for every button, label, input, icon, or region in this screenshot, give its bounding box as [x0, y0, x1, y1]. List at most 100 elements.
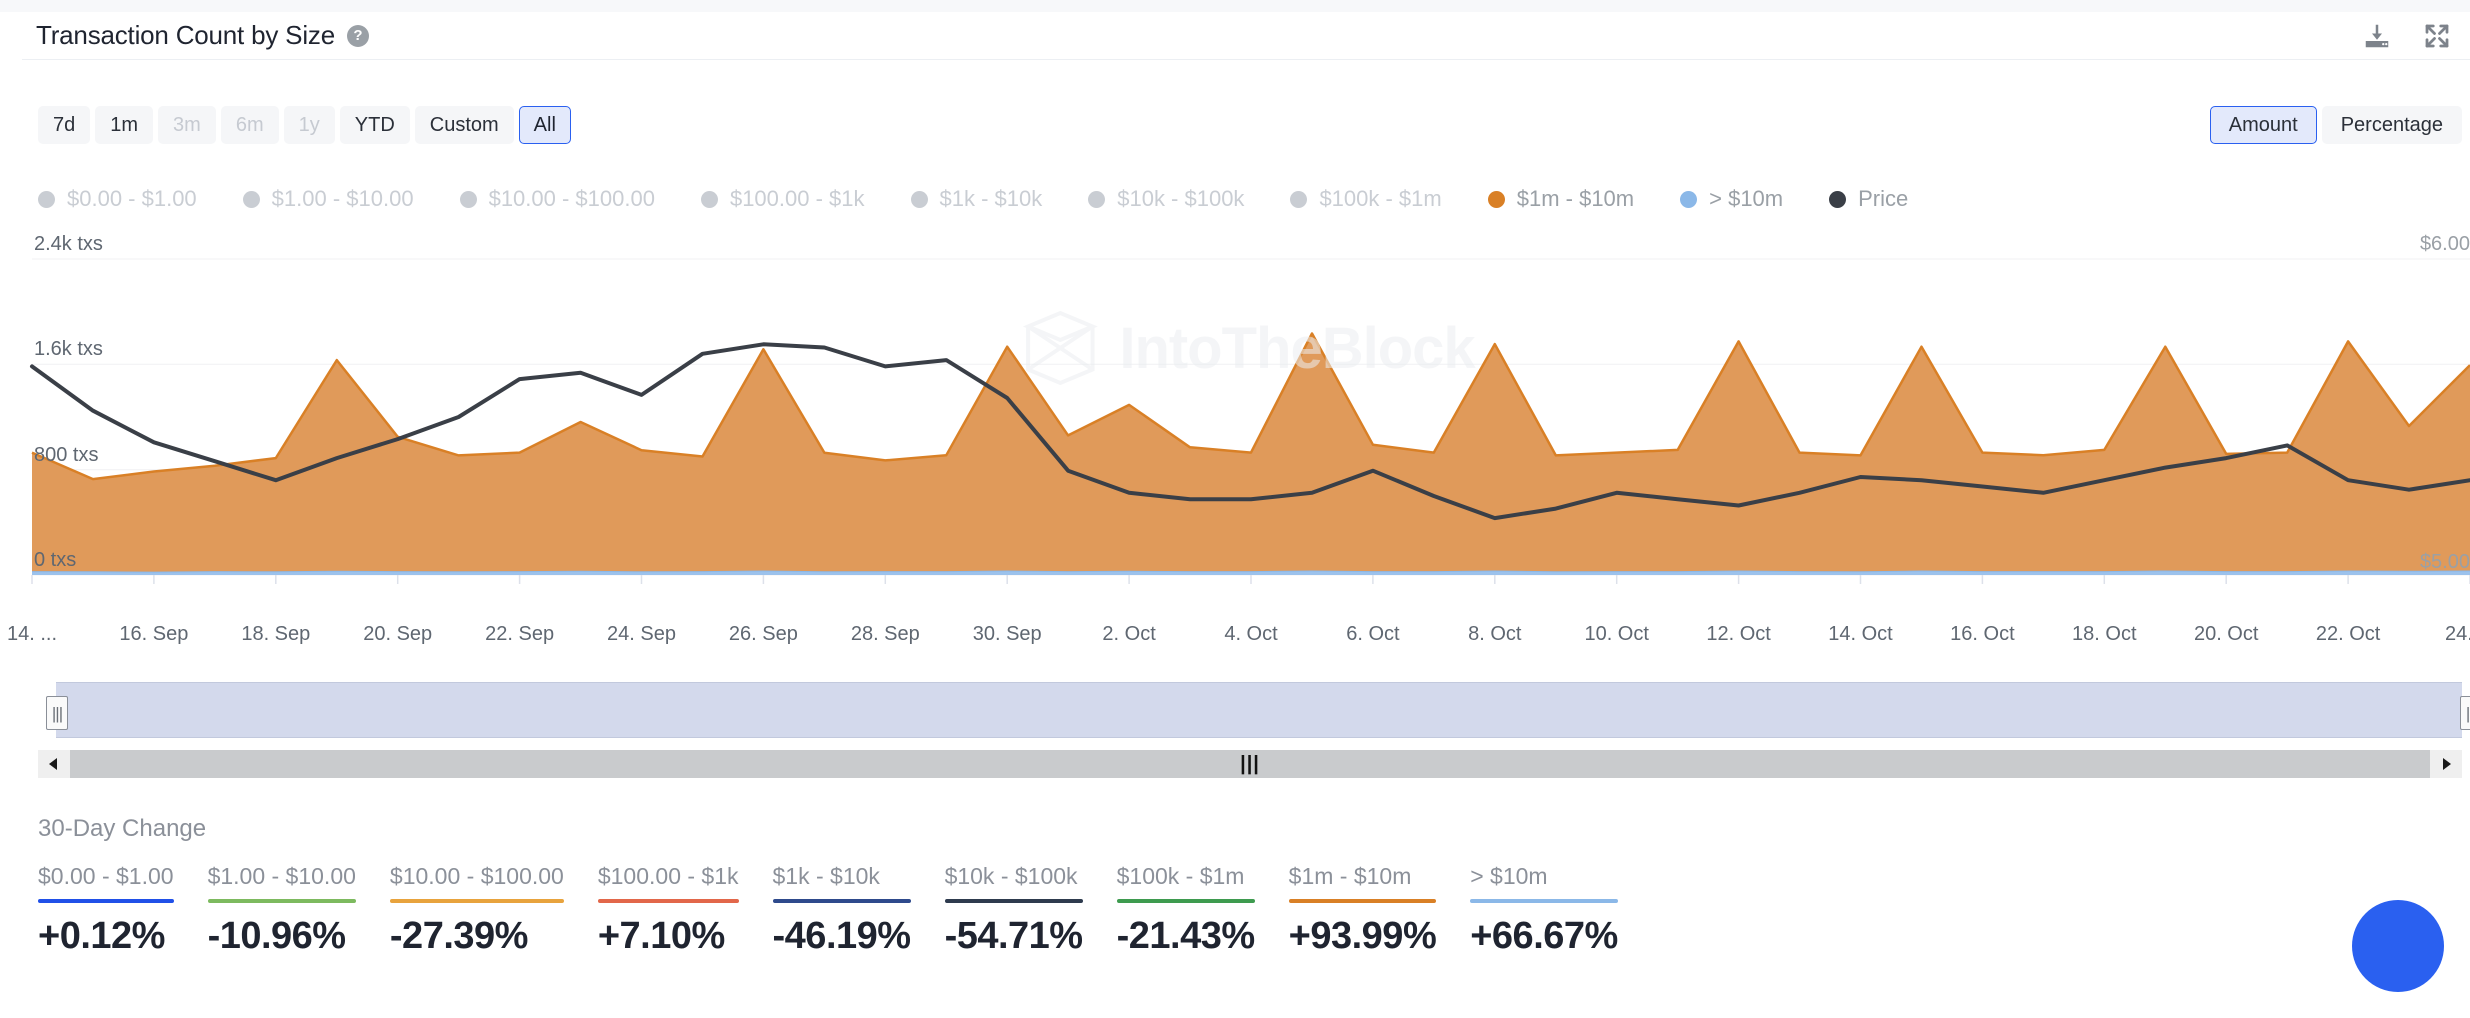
display-mode-button-percentage[interactable]: Percentage — [2321, 106, 2462, 144]
change-cell-value: +0.12% — [38, 915, 165, 957]
question-mark-icon[interactable]: ? — [346, 24, 369, 47]
legend-label: $10.00 - $100.00 — [488, 186, 655, 211]
x-axis-tick-label: 10. Oct — [1584, 623, 1649, 645]
time-range-button-1y: 1y — [283, 106, 335, 144]
range-navigator[interactable]: ||| ||| — [22, 682, 2470, 742]
time-range-group: 7d 1m 3m 6m 1y YTD Custom All — [38, 106, 571, 144]
change-cell-label: > $10m — [1470, 863, 1548, 889]
download-icon[interactable] — [2362, 21, 2392, 51]
legend-item-10-00-100-00[interactable]: $10.00 - $100.00 — [459, 186, 655, 212]
legend-label: $1m - $10m — [1516, 186, 1635, 211]
change-cell-color-rule — [1116, 899, 1255, 903]
range-handle-right[interactable]: ||| — [2460, 696, 2470, 730]
range-handle-left[interactable]: ||| — [46, 696, 68, 730]
x-axis-tick-label: 24. ... — [2444, 623, 2470, 645]
change-cell-label: $100k - $1m — [1116, 863, 1245, 889]
horizontal-scrollbar[interactable]: ||| — [38, 750, 2462, 778]
x-axis-tick-label: 16. Oct — [1950, 623, 2015, 645]
time-range-button-custom[interactable]: Custom — [414, 106, 514, 144]
legend-label: $10k - $100k — [1117, 186, 1245, 211]
display-mode-group: Amount Percentage — [2209, 106, 2462, 144]
chart-area: IntoTheBlock 2.4k txs 1.6k txs 800 txs 0 tx… — [7, 233, 2470, 645]
change-cell: $10k - $100k -54.71% — [944, 863, 1117, 958]
page-title: Transaction Count by Size — [36, 20, 335, 50]
time-range-button-7d[interactable]: 7d — [38, 106, 91, 144]
scrollbar-thumb-grip[interactable]: ||| — [1240, 754, 1260, 774]
time-range-button-ytd[interactable]: YTD — [339, 106, 410, 144]
range-navigator-track[interactable] — [56, 682, 2462, 738]
chart-panel: Transaction Count by Size ? 7d 1m 3m 6m … — [0, 0, 2470, 1018]
floating-action-button[interactable] — [2352, 900, 2444, 992]
time-range-button-6m: 6m — [220, 106, 279, 144]
legend-item-10m[interactable]: > $10m — [1680, 186, 1783, 212]
legend-color-dot — [1829, 190, 1847, 208]
change-cell-color-rule — [772, 899, 911, 903]
change-cell-value: +7.10% — [597, 915, 725, 957]
change-cell: $0.00 - $1.00 +0.12% — [38, 863, 208, 958]
x-axis-tick-label: 4. Oct — [1224, 623, 1278, 645]
x-axis-tick-label: 24. Sep — [607, 623, 676, 645]
change-cell-label: $0.00 - $1.00 — [38, 863, 174, 889]
x-axis-tick-label: 28. Sep — [850, 623, 920, 645]
page-top-strip — [0, 0, 2470, 12]
change-cell-color-rule — [1470, 899, 1618, 903]
change-cell: > $10m +66.67% — [1470, 863, 1652, 958]
y-axis-tick-label: 800 txs — [34, 443, 99, 466]
legend-color-dot — [910, 190, 928, 208]
change-cell-value: -27.39% — [389, 915, 529, 957]
change-cell-value: -54.71% — [944, 915, 1084, 957]
legend-item-0-00-1-00[interactable]: $0.00 - $1.00 — [38, 186, 197, 212]
change-cell: $100k - $1m -21.43% — [1116, 863, 1289, 958]
scroll-left-arrow[interactable] — [38, 750, 70, 778]
legend-item-1m-10m[interactable]: $1m - $10m — [1487, 186, 1635, 212]
x-axis-tick-label: 14. Oct — [1828, 623, 1893, 645]
fullscreen-icon[interactable] — [2422, 21, 2452, 51]
legend-label: $100k - $1m — [1319, 186, 1442, 211]
legend-item-100k-1m[interactable]: $100k - $1m — [1290, 186, 1442, 212]
legend-label: $1.00 - $10.00 — [271, 186, 414, 211]
scrollbar-track[interactable]: ||| — [70, 750, 2430, 778]
change-cell-label: $1m - $10m — [1288, 863, 1412, 889]
time-range-button-3m: 3m — [158, 106, 216, 144]
time-range-button-all[interactable]: All — [518, 106, 571, 144]
chart-toolbar: 7d 1m 3m 6m 1y YTD Custom All Amount Percentage — [22, 106, 2470, 162]
legend-item-1k-10k[interactable]: $1k - $10k — [910, 186, 1042, 212]
x-axis-tick-label: 6. Oct — [1346, 623, 1400, 645]
legend-item-price[interactable]: Price — [1829, 186, 1908, 212]
legend-item-10k-100k[interactable]: $10k - $100k — [1088, 186, 1244, 212]
change-cell-label: $1k - $10k — [772, 863, 880, 889]
legend-color-dot — [38, 190, 55, 208]
x-axis-tick-label: 22. Sep — [485, 623, 555, 645]
legend-item-1-00-10-00[interactable]: $1.00 - $10.00 — [242, 186, 414, 212]
time-range-button-1m[interactable]: 1m — [95, 106, 154, 144]
thirty-day-change-section: 30-Day Change $0.00 - $1.00 +0.12% $1.00 -… — [38, 815, 2444, 992]
change-section-title: 30-Day Change — [38, 815, 207, 842]
scroll-right-arrow[interactable] — [2430, 750, 2462, 778]
handle-grip: ||| — [51, 703, 63, 723]
change-cell-color-rule — [207, 899, 356, 903]
change-row: $0.00 - $1.00 +0.12% $1.00 - $10.00 -10.96%… — [38, 863, 2438, 958]
change-cell: $10.00 - $100.00 -27.39% — [389, 863, 598, 958]
change-cell-value: +93.99% — [1288, 915, 1437, 957]
legend-item-100-00-1k[interactable]: $100.00 - $1k — [700, 186, 865, 212]
y2-axis-tick-label: $6.00 — [2419, 233, 2470, 255]
x-axis-tick-label: 20. Oct — [2193, 623, 2259, 645]
chart-canvas[interactable] — [22, 245, 2470, 615]
x-axis-tick-label: 14. ... — [6, 623, 58, 645]
change-cell-label: $100.00 - $1k — [597, 863, 739, 889]
legend-label: $0.00 - $1.00 — [67, 186, 197, 211]
change-cell-value: -46.19% — [772, 915, 912, 957]
header-actions — [2362, 21, 2452, 51]
change-cell-value: -10.96% — [207, 915, 347, 957]
change-cell: $1k - $10k -46.19% — [772, 863, 945, 958]
legend-color-dot — [1487, 190, 1505, 208]
x-axis-tick-label: 18. Oct — [2072, 623, 2137, 645]
change-cell-color-rule — [597, 899, 739, 903]
display-mode-button-amount[interactable]: Amount — [2209, 106, 2317, 144]
legend-color-dot — [459, 190, 477, 208]
legend-color-dot — [1290, 190, 1308, 208]
x-axis-tick-label: 26. Sep — [728, 623, 798, 645]
x-axis-tick-label: 20. Sep — [363, 623, 433, 645]
legend-label: > $10m — [1709, 186, 1784, 211]
change-cell-color-rule — [389, 899, 564, 903]
